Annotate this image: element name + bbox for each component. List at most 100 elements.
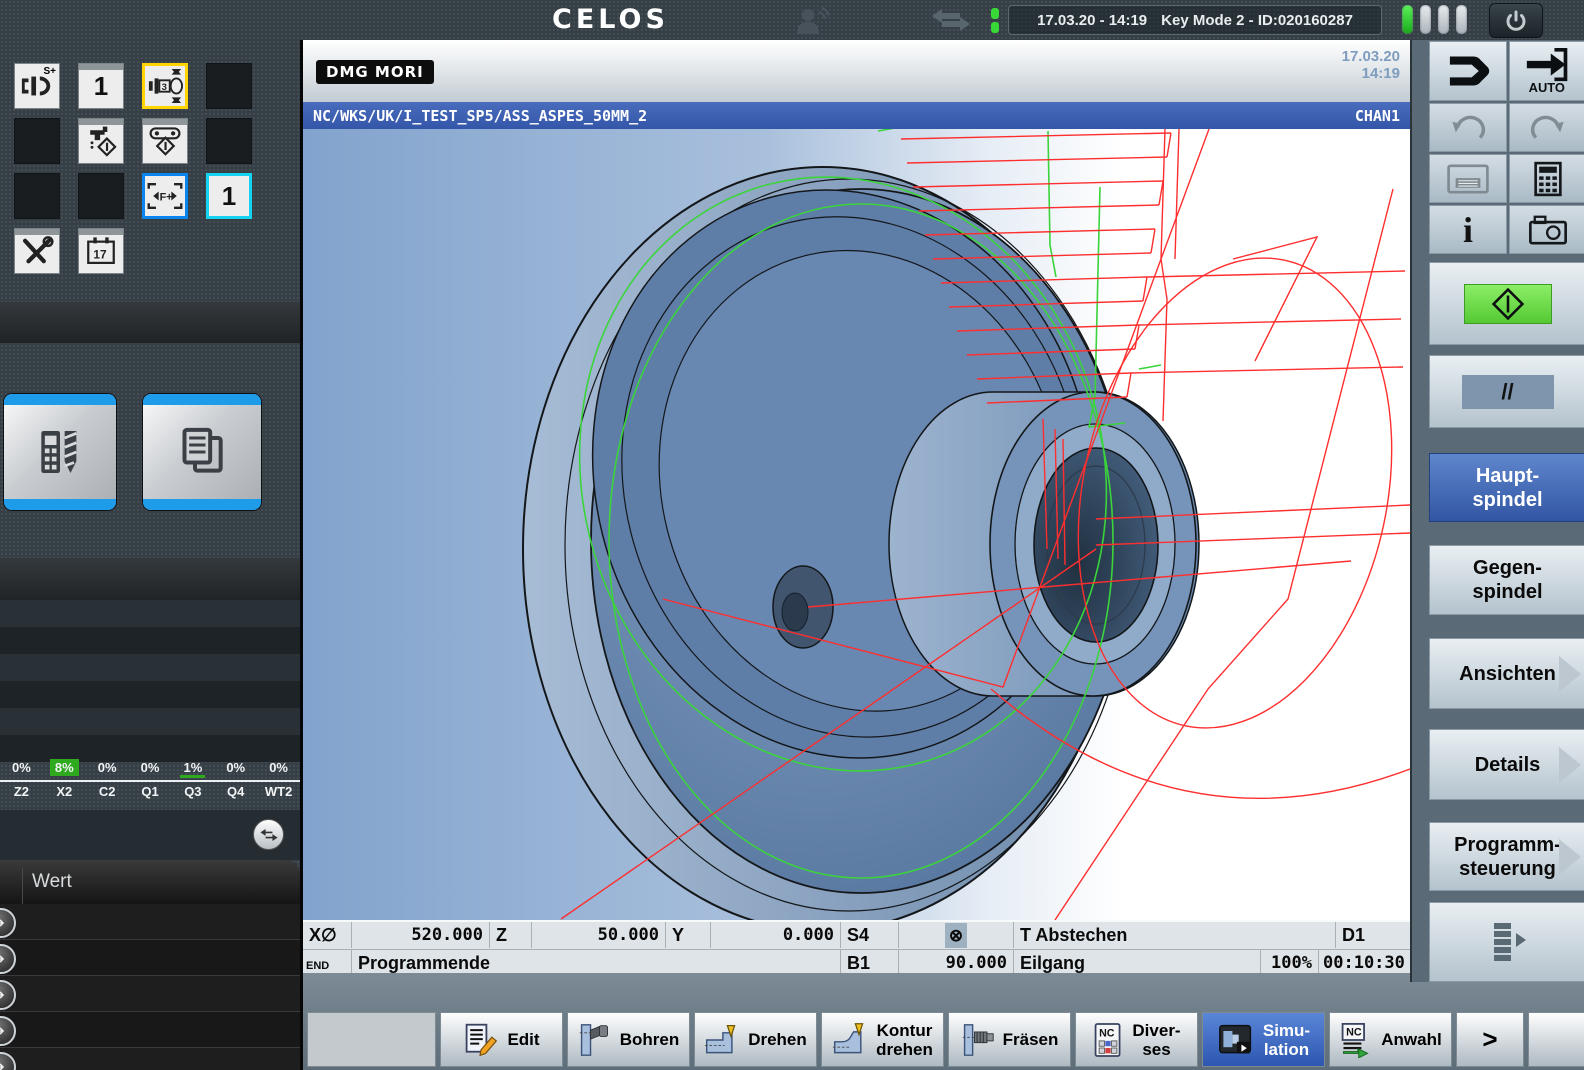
redo-button[interactable]: [1509, 103, 1584, 152]
counter-1-label: 1: [94, 73, 108, 99]
keyboard-button[interactable]: [1429, 154, 1507, 203]
softkey-hauptspindel-active[interactable]: Haupt- spindel: [1429, 453, 1584, 522]
spindle-label: S4: [841, 922, 899, 948]
spindle-clamp-icon: 3: [146, 68, 184, 104]
3d-simulation-viewport[interactable]: [303, 129, 1410, 920]
datetime-keymode-box: 17.03.20 - 14:19 Key Mode 2 - ID:0201602…: [1008, 5, 1382, 35]
row-action-button[interactable]: [0, 1052, 16, 1070]
celos-screen: CELOS 17.03.20 - 14:19 Key Mode 2 - ID:0…: [0, 0, 1584, 1070]
chevron-right-icon: [1557, 654, 1583, 694]
row-action-button[interactable]: [0, 980, 16, 1010]
softkey-gegenspindel[interactable]: Gegen- spindel: [1429, 545, 1584, 615]
coolant-key[interactable]: [78, 118, 124, 164]
wert-row: [0, 976, 300, 1012]
status-dot-top: [991, 8, 999, 19]
dmg-mori-logo: DMG MORI: [316, 60, 434, 84]
simulation-window: DMG MORI 17.03.20 14:19 NC/WKS/UK/I_TEST…: [300, 40, 1410, 973]
feed-mode-text: Eilgang: [1014, 949, 1261, 975]
wert-row: [0, 940, 300, 976]
skip-block-icon: [1442, 52, 1494, 90]
chevron-right-icon: [1557, 745, 1583, 785]
meter-stripes: [0, 600, 300, 762]
axis-load-highlight: 8%: [50, 759, 79, 776]
empty-key-slot: [78, 173, 124, 219]
softkey-anwahl[interactable]: NC Anwahl: [1329, 1012, 1452, 1067]
chip-conveyor-key[interactable]: [142, 118, 188, 164]
swap-icon: [260, 829, 278, 841]
wert-table-header: Wert: [0, 860, 300, 905]
softkey-kontur-drehen[interactable]: Kontur drehen: [821, 1012, 944, 1067]
softkey-drehen[interactable]: Drehen: [694, 1012, 817, 1067]
softkey-ansichten[interactable]: Ansichten: [1429, 638, 1584, 709]
drill-icon: [578, 1021, 612, 1059]
spindle-clamp-key-selected[interactable]: 3: [142, 63, 188, 109]
auto-mode-button[interactable]: AUTO: [1509, 41, 1584, 101]
panel-divider-band: [0, 302, 300, 343]
softkey-label: Programm- steuerung: [1454, 833, 1561, 881]
wert-header-label: Wert: [32, 871, 72, 893]
auto-label: AUTO: [1528, 80, 1564, 94]
softkey-bohren[interactable]: Bohren: [567, 1012, 690, 1067]
softkey-details[interactable]: Details: [1429, 729, 1584, 800]
softkey-fraesen[interactable]: Fräsen: [948, 1012, 1071, 1067]
documents-button[interactable]: [142, 393, 262, 511]
program-path: NC/WKS/UK/I_TEST_SP5/ASS_ASPES_50MM_2: [313, 107, 647, 125]
user-icon[interactable]: [795, 6, 829, 34]
row-action-button[interactable]: [0, 944, 16, 974]
simulation-icon: [1217, 1022, 1255, 1058]
calendar-key[interactable]: 17: [78, 228, 124, 274]
tile-strip: [79, 119, 123, 125]
softkey-simulation-active[interactable]: Simu- lation: [1202, 1012, 1325, 1067]
y-axis-label: Y: [666, 922, 711, 948]
softkey-more[interactable]: >: [1456, 1012, 1524, 1067]
top-status-bar: CELOS 17.03.20 - 14:19 Key Mode 2 - ID:0…: [0, 0, 1584, 40]
right-softkey-panel: AUTO: [1410, 40, 1584, 982]
screenshot-button[interactable]: [1509, 205, 1584, 254]
softkey-label: Edit: [507, 1030, 539, 1049]
row-action-button[interactable]: [0, 1016, 16, 1046]
wert-table: Wert: [0, 860, 300, 1070]
swap-view-button[interactable]: [253, 819, 284, 850]
bottom-softkey-band: Edit Bohren Drehen: [300, 973, 1584, 1070]
info-button[interactable]: i: [1429, 205, 1507, 254]
auto-mode-icon: AUTO: [1523, 48, 1573, 94]
skip-block-button[interactable]: [1429, 41, 1507, 101]
counter-1-key-selected[interactable]: 1: [206, 173, 252, 219]
softkey-edit[interactable]: Edit: [440, 1012, 563, 1067]
softkey-diverses[interactable]: NC Diver- ses: [1075, 1012, 1198, 1067]
power-button[interactable]: [1489, 3, 1543, 38]
s-plus-label: S+: [43, 66, 56, 77]
swap-arrows-icon[interactable]: [930, 8, 972, 32]
undo-icon: [1450, 115, 1486, 141]
block-skip-icon: //: [1462, 375, 1554, 409]
edit-icon: [463, 1021, 499, 1059]
keymode-text: Key Mode 2 - ID:020160287: [1161, 12, 1353, 29]
channel-bar-3: [1438, 5, 1449, 34]
calculator-button[interactable]: [1509, 154, 1584, 203]
axis-load: 0%: [226, 760, 245, 775]
row-action-button[interactable]: [0, 908, 16, 938]
empty-key-slot: [14, 173, 60, 219]
datetime-text: 17.03.20 - 14:19: [1037, 12, 1147, 29]
softkey-label: Ansichten: [1459, 662, 1556, 686]
undo-button[interactable]: [1429, 103, 1507, 152]
feed-plus-key-selected[interactable]: F+: [142, 173, 188, 219]
celos-logo: CELOS: [552, 4, 669, 35]
spindle-chuck-key[interactable]: S+: [14, 63, 60, 109]
feed-plus-icon: F+: [146, 181, 184, 211]
more-arrow-label: >: [1482, 1030, 1497, 1049]
cycle-start-softkey[interactable]: [1429, 262, 1584, 345]
axis-load: 0%: [141, 760, 160, 775]
menu-extend-button[interactable]: [1429, 902, 1584, 982]
wert-row: [0, 1048, 300, 1070]
softkey-programmsteuerung[interactable]: Programm- steuerung: [1429, 822, 1584, 891]
softkey-empty: [307, 1012, 436, 1067]
calendar-day-num: 17: [93, 248, 107, 262]
tool-list-button[interactable]: [3, 393, 117, 511]
service-tools-key[interactable]: [14, 228, 60, 274]
z-axis-value: 50.000: [532, 922, 666, 948]
axis-load-underlined: 1%: [180, 760, 205, 778]
block-skip-softkey[interactable]: //: [1429, 355, 1584, 428]
program-end-text: Programmende: [352, 949, 841, 975]
counter-1-key[interactable]: 1: [78, 63, 124, 109]
